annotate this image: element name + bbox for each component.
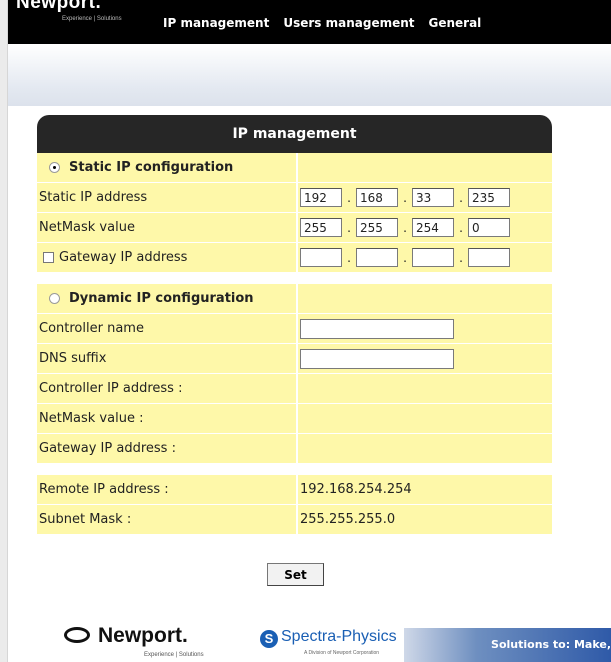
subnet-mask-value: 255.255.255.0 [300, 512, 396, 527]
netmask-octet-3[interactable] [412, 218, 454, 237]
netmask-row: NetMask value . . . [37, 213, 552, 242]
subnet-mask-row: Subnet Mask : 255.255.255.0 [37, 505, 552, 534]
main-nav: IP management Users management General [163, 16, 481, 30]
left-frame-rule [0, 0, 8, 662]
gateway-checkbox[interactable] [43, 252, 54, 263]
dns-suffix-label: DNS suffix [39, 351, 107, 366]
static-ip-row: Static IP address . . . [37, 183, 552, 212]
controller-name-label: Controller name [39, 321, 144, 336]
controller-name-input[interactable] [300, 318, 454, 339]
footer: Newport. Experience | Solutions S Spectra… [0, 618, 611, 662]
set-button-wrap: Set [267, 563, 324, 586]
nav-users-management[interactable]: Users management [283, 16, 414, 30]
gateway-octet-1[interactable] [300, 248, 342, 267]
gateway-input: . . . [300, 248, 510, 267]
ip-management-panel: IP management Static IP configuration St… [37, 115, 552, 534]
spectra-physics-logo: S Spectra-Physics A Division of Newport C… [260, 628, 397, 656]
static-radio[interactable] [49, 162, 60, 173]
static-config-row: Static IP configuration [37, 153, 552, 182]
gateway-label: Gateway IP address [59, 250, 188, 265]
netmask-octet-4[interactable] [468, 218, 510, 237]
subnet-mask-label: Subnet Mask : [39, 512, 132, 527]
spectra-tagline: A Division of Newport Corporation [304, 650, 380, 656]
static-ip-octet-1[interactable] [300, 188, 342, 207]
netmask-octet-2[interactable] [356, 218, 398, 237]
newport-footer-logo: Newport. Experience | Solutions [64, 624, 204, 658]
remote-ip-row: Remote IP address : 192.168.254.254 [37, 475, 552, 504]
header-band [8, 44, 611, 106]
spectra-s-icon: S [260, 630, 278, 648]
dynamic-config-row: Dynamic IP configuration [37, 284, 552, 313]
dns-suffix-input[interactable] [300, 348, 454, 369]
static-ip-octet-2[interactable] [356, 188, 398, 207]
set-button[interactable]: Set [267, 563, 324, 586]
controller-ip-label: Controller IP address : [39, 381, 183, 396]
panel-title: IP management [37, 115, 552, 153]
gateway-octet-3[interactable] [412, 248, 454, 267]
newport-logo: Newport. Experience | Solutions [16, 0, 122, 22]
dynamic-netmask-label: NetMask value : [39, 411, 144, 426]
logo-tagline: Experience | Solutions [62, 16, 122, 22]
dynamic-gateway-label: Gateway IP address : [39, 441, 176, 456]
solutions-banner: Solutions to: Make, [404, 628, 611, 662]
gateway-octet-2[interactable] [356, 248, 398, 267]
netmask-label: NetMask value [39, 220, 135, 235]
gateway-row: Gateway IP address . . . [37, 243, 552, 272]
gateway-octet-4[interactable] [468, 248, 510, 267]
dynamic-gateway-row: Gateway IP address : [37, 434, 552, 463]
dynamic-radio[interactable] [49, 293, 60, 304]
dns-suffix-row: DNS suffix [37, 344, 552, 373]
nav-ip-management[interactable]: IP management [163, 16, 269, 30]
remote-ip-value: 192.168.254.254 [300, 482, 412, 497]
remote-ip-label: Remote IP address : [39, 482, 169, 497]
static-ip-input: . . . [300, 188, 510, 207]
static-ip-octet-3[interactable] [412, 188, 454, 207]
static-ip-label: Static IP address [39, 190, 148, 205]
newport-footer-tagline: Experience | Solutions [144, 652, 204, 658]
newport-mark-icon [64, 627, 90, 643]
top-navigation-bar: Newport. Experience | Solutions IP manag… [8, 0, 611, 44]
controller-name-row: Controller name [37, 314, 552, 343]
controller-ip-row: Controller IP address : [37, 374, 552, 403]
nav-general[interactable]: General [429, 16, 482, 30]
dynamic-netmask-row: NetMask value : [37, 404, 552, 433]
netmask-octet-1[interactable] [300, 218, 342, 237]
static-ip-octet-4[interactable] [468, 188, 510, 207]
static-heading: Static IP configuration [69, 160, 234, 175]
dynamic-heading: Dynamic IP configuration [69, 291, 254, 306]
netmask-input: . . . [300, 218, 510, 237]
